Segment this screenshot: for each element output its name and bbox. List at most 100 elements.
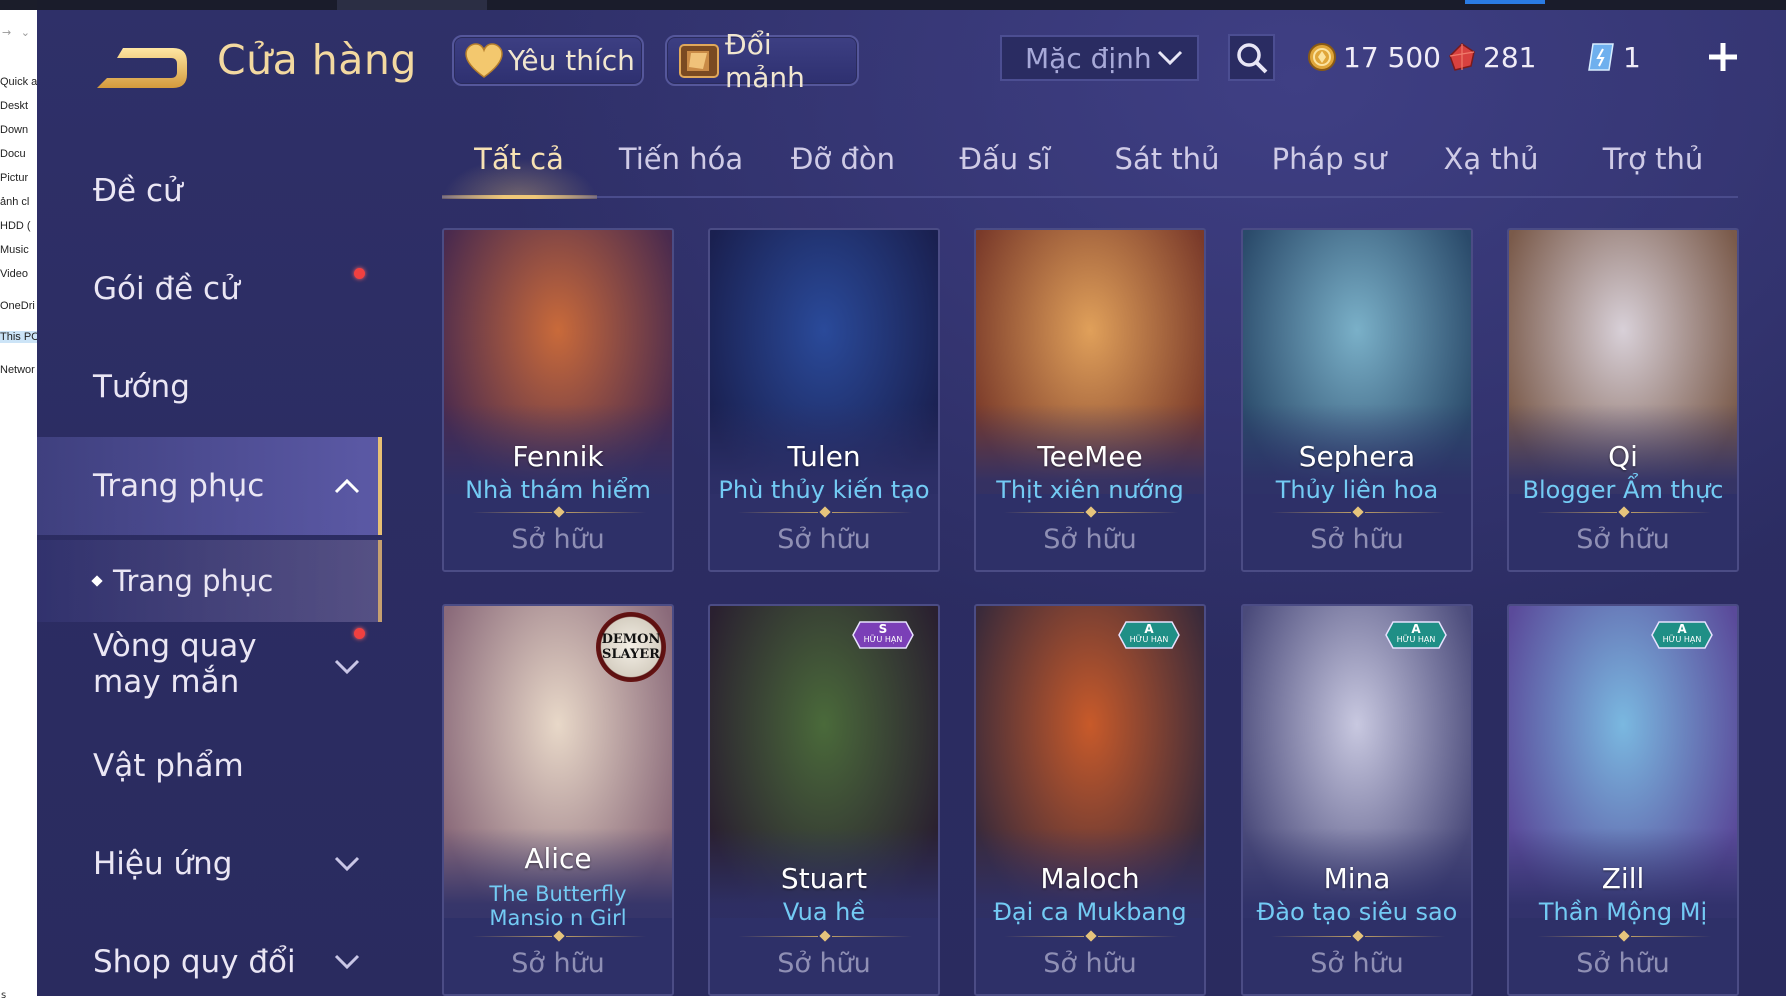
explorer-item[interactable]: Music bbox=[0, 244, 29, 256]
explorer-bottom-text: s bbox=[1, 990, 7, 1001]
tab-evolution[interactable]: Tiến hóa bbox=[619, 142, 743, 176]
sidebar-item-recommended[interactable]: Đề cử bbox=[37, 150, 382, 232]
favorites-label: Yêu thích bbox=[508, 44, 635, 77]
window-tab[interactable] bbox=[337, 0, 487, 10]
sidebar-item-label: Tướng bbox=[93, 369, 190, 405]
explorer-item[interactable]: Video bbox=[0, 268, 28, 280]
explorer-item[interactable]: Docu bbox=[0, 148, 26, 160]
gold-amount: 17 500 bbox=[1343, 40, 1441, 74]
explorer-item[interactable]: Down bbox=[0, 124, 28, 136]
skin-hero-name: Alice bbox=[524, 842, 592, 875]
explorer-titlebar bbox=[0, 0, 37, 10]
skin-card[interactable]: Maloch Đại ca Mukbang Sở hữu A HỮU HẠN bbox=[974, 604, 1206, 996]
skin-title: The Butterfly Mansio n Girl bbox=[489, 882, 627, 930]
skin-card[interactable]: Fennik Nhà thám hiểm Sở hữu bbox=[442, 228, 674, 572]
explorer-item[interactable]: Pictur bbox=[0, 172, 28, 184]
sidebar-item-recommended-packs[interactable]: Gói đề cử bbox=[37, 248, 382, 330]
badge-tier: A bbox=[1144, 622, 1154, 636]
tab-all[interactable]: Tất cả bbox=[474, 142, 564, 176]
limited-badge: A HỮU HẠN bbox=[1385, 620, 1447, 656]
sidebar-item-items[interactable]: Vật phẩm bbox=[37, 725, 382, 807]
explorer-item[interactable]: HDD ( bbox=[0, 220, 31, 232]
skin-hero-name: Maloch bbox=[1040, 862, 1140, 895]
card-separator bbox=[738, 506, 912, 518]
sidebar-item-label: Đề cử bbox=[93, 173, 183, 209]
explorer-item-this-pc[interactable]: This PC bbox=[0, 331, 37, 343]
tab-support[interactable]: Trợ thủ bbox=[1603, 142, 1703, 176]
voucher-amount: 1 bbox=[1623, 40, 1641, 74]
skin-hero-name: Qi bbox=[1608, 440, 1638, 473]
sidebar-item-skins[interactable]: Trang phục bbox=[37, 437, 382, 535]
skin-card[interactable]: Mina Đào tạo siêu sao Sở hữu A HỮU HẠN bbox=[1241, 604, 1473, 996]
skin-hero-name: Mina bbox=[1323, 862, 1391, 895]
tab-fighter[interactable]: Đấu sĩ bbox=[959, 142, 1050, 176]
skin-card[interactable]: Qi Blogger Ẩm thực Sở hữu bbox=[1507, 228, 1739, 572]
sort-dropdown[interactable]: Mặc định bbox=[1000, 35, 1199, 81]
chevron-down-icon bbox=[334, 659, 360, 675]
add-currency-icon[interactable] bbox=[1704, 38, 1742, 76]
sidebar-subitem-skins[interactable]: Trang phục bbox=[37, 540, 382, 622]
gold-coin-icon bbox=[1307, 42, 1337, 72]
skin-card[interactable]: Alice The Butterfly Mansio n Girl Sở hữu DE… bbox=[442, 604, 674, 996]
chevron-down-icon bbox=[1157, 50, 1183, 66]
window-progress-indicator bbox=[1465, 0, 1545, 4]
badge-label: HỮU HẠN bbox=[1129, 635, 1169, 644]
card-separator bbox=[1004, 506, 1178, 518]
owned-status: Sở hữu bbox=[1310, 948, 1404, 979]
ruby-icon bbox=[1447, 42, 1477, 72]
sidebar-item-label: Vật phẩm bbox=[93, 748, 244, 784]
explorer-item[interactable]: Quick a bbox=[0, 76, 37, 88]
owned-status: Sở hữu bbox=[1043, 948, 1137, 979]
owned-status: Sở hữu bbox=[511, 948, 605, 979]
badge-tier: A bbox=[1411, 622, 1421, 636]
swap-shards-button[interactable]: Đổi mảnh bbox=[665, 28, 859, 94]
game-window: Cửa hàng Yêu thích Đổi mảnh Mặc định 17 … bbox=[37, 0, 1786, 996]
chevron-up-icon bbox=[334, 478, 360, 494]
ruby-amount: 281 bbox=[1483, 40, 1537, 74]
sidebar-item-effects[interactable]: Hiệu ứng bbox=[37, 823, 382, 905]
sidebar-item-lucky-wheel[interactable]: Vòng quay may mắn bbox=[37, 628, 382, 718]
skin-card[interactable]: Sephera Thủy liên hoa Sở hữu bbox=[1241, 228, 1473, 572]
sidebar-item-heroes[interactable]: Tướng bbox=[37, 346, 382, 428]
voucher-icon bbox=[1587, 41, 1617, 73]
skin-card[interactable]: Zill Thần Mộng Mị Sở hữu A HỮU HẠN bbox=[1507, 604, 1739, 996]
skin-hero-name: Sephera bbox=[1298, 440, 1416, 473]
skin-title: Vua hề bbox=[782, 898, 866, 926]
sort-value: Mặc định bbox=[1025, 41, 1152, 75]
explorer-item[interactable]: ảnh cl bbox=[0, 196, 29, 208]
badge-tier: A bbox=[1677, 622, 1687, 636]
collab-logo-text: SLAYER bbox=[602, 647, 660, 662]
skin-card[interactable]: Tulen Phù thủy kiến tạo Sở hữu bbox=[708, 228, 940, 572]
tab-mage[interactable]: Pháp sư bbox=[1272, 142, 1387, 176]
card-separator bbox=[472, 506, 646, 518]
tab-tank[interactable]: Đỡ đòn bbox=[791, 142, 895, 176]
role-tabs: Tất cả Tiến hóa Đỡ đòn Đấu sĩ Sát thủ Ph… bbox=[442, 132, 1772, 199]
tab-assassin[interactable]: Sát thủ bbox=[1115, 142, 1220, 176]
card-separator bbox=[1537, 506, 1711, 518]
skin-hero-name: Tulen bbox=[787, 440, 861, 473]
card-separator bbox=[472, 930, 646, 942]
explorer-nav-arrows[interactable]: → ⌄ bbox=[2, 26, 33, 39]
owned-status: Sở hữu bbox=[1576, 524, 1670, 555]
search-button[interactable] bbox=[1228, 34, 1275, 81]
skin-title: Đại ca Mukbang bbox=[993, 898, 1187, 926]
voucher-balance: 1 bbox=[1587, 35, 1641, 79]
explorer-item[interactable]: Deskt bbox=[0, 100, 28, 112]
card-separator bbox=[1004, 930, 1178, 942]
favorites-button[interactable]: Yêu thích bbox=[452, 35, 644, 86]
explorer-item[interactable]: Networ bbox=[0, 364, 35, 376]
owned-status: Sở hữu bbox=[1576, 948, 1670, 979]
sidebar-item-label: Vòng quay may mắn bbox=[93, 628, 257, 700]
skin-hero-name: Zill bbox=[1601, 862, 1645, 895]
owned-status: Sở hữu bbox=[777, 948, 871, 979]
explorer-item[interactable]: OneDri bbox=[0, 300, 35, 312]
skin-card[interactable]: TeeMee Thịt xiên nướng Sở hữu bbox=[974, 228, 1206, 572]
limited-badge: A HỮU HẠN bbox=[1118, 620, 1180, 656]
back-arrow-icon[interactable] bbox=[93, 44, 189, 92]
badge-label: HỮU HẠN bbox=[863, 635, 903, 644]
file-explorer-sidebar: → ⌄ Quick a Deskt Down Docu Pictur ảnh c… bbox=[0, 0, 38, 1005]
sidebar-item-exchange-shop[interactable]: Shop quy đổi bbox=[37, 921, 382, 996]
tab-marksman[interactable]: Xạ thủ bbox=[1444, 142, 1539, 176]
heart-icon bbox=[464, 42, 504, 79]
skin-card[interactable]: Stuart Vua hề Sở hữu S HỮU HẠN bbox=[708, 604, 940, 996]
